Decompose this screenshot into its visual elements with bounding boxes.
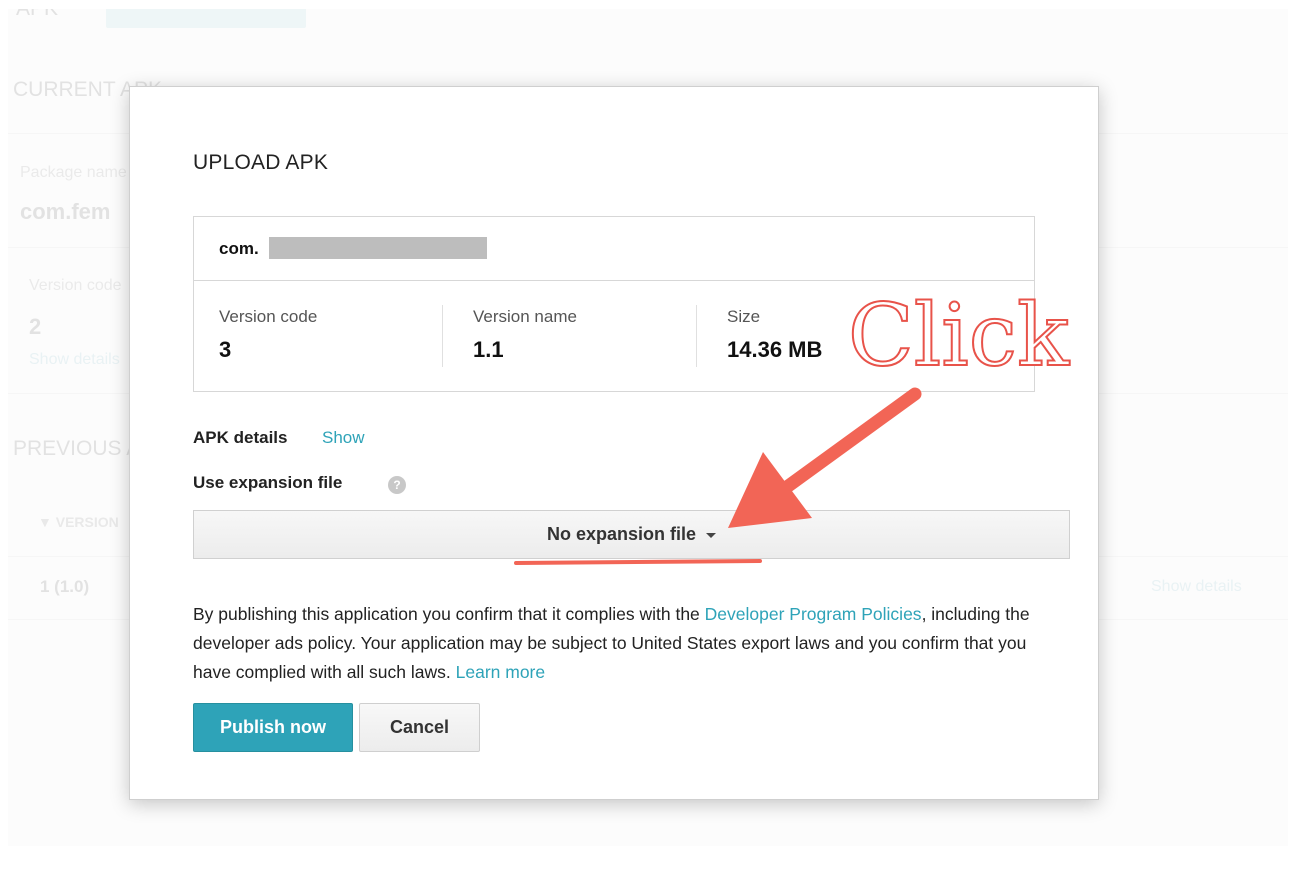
upload-new-apk-button[interactable]	[106, 9, 306, 28]
size-column: Size 14.36 MB	[727, 307, 822, 369]
publish-now-button[interactable]: Publish now	[193, 703, 353, 752]
apk-card-header: com.	[194, 217, 1034, 281]
apk-heading: APK	[16, 9, 58, 21]
version-name-label: Version name	[473, 307, 577, 326]
version-code-label: Version code	[29, 277, 122, 294]
version-code-column: Version code 3	[219, 307, 317, 369]
previous-apk-show-details[interactable]: Show details	[1151, 578, 1242, 596]
package-name-value: com.fem	[20, 199, 111, 224]
show-details-link[interactable]: Show details	[29, 351, 120, 369]
policy-text-prefix: By publishing this application you confi…	[193, 604, 705, 624]
column-divider	[696, 305, 697, 367]
package-name-label: Package name	[20, 164, 127, 181]
dialog-title: UPLOAD APK	[193, 151, 329, 174]
column-divider	[442, 305, 443, 367]
help-icon[interactable]: ?	[388, 476, 406, 494]
version-code-value: 3	[219, 337, 232, 362]
chevron-down-icon	[706, 532, 717, 538]
policy-text: By publishing this application you confi…	[193, 600, 1043, 687]
previous-apk-row-version: 1 (1.0)	[40, 577, 90, 596]
apk-details-show-link[interactable]: Show	[322, 428, 365, 448]
expansion-file-label: Use expansion file	[193, 473, 343, 492]
expansion-file-selected: No expansion file	[546, 524, 697, 544]
developer-program-policies-link[interactable]: Developer Program Policies	[705, 604, 922, 624]
version-name-column: Version name 1.1	[473, 307, 577, 369]
learn-more-link[interactable]: Learn more	[456, 662, 546, 682]
annotation-click-text: Click	[847, 286, 1070, 386]
size-value: 14.36 MB	[727, 337, 823, 362]
size-label: Size	[727, 307, 761, 326]
version-code-label: Version code	[219, 307, 318, 326]
version-code-value: 2	[29, 314, 42, 339]
apk-details-label: APK details	[193, 428, 288, 447]
version-column-header[interactable]: ▼ VERSION	[38, 514, 119, 530]
cancel-button[interactable]: Cancel	[359, 703, 480, 752]
package-name: com.	[219, 239, 259, 258]
expansion-file-dropdown[interactable]: No expansion file	[193, 510, 1070, 559]
package-name-redaction	[269, 237, 487, 259]
upload-apk-dialog: UPLOAD APK com. Version code 3 Version n…	[129, 86, 1099, 800]
version-name-value: 1.1	[473, 337, 504, 362]
